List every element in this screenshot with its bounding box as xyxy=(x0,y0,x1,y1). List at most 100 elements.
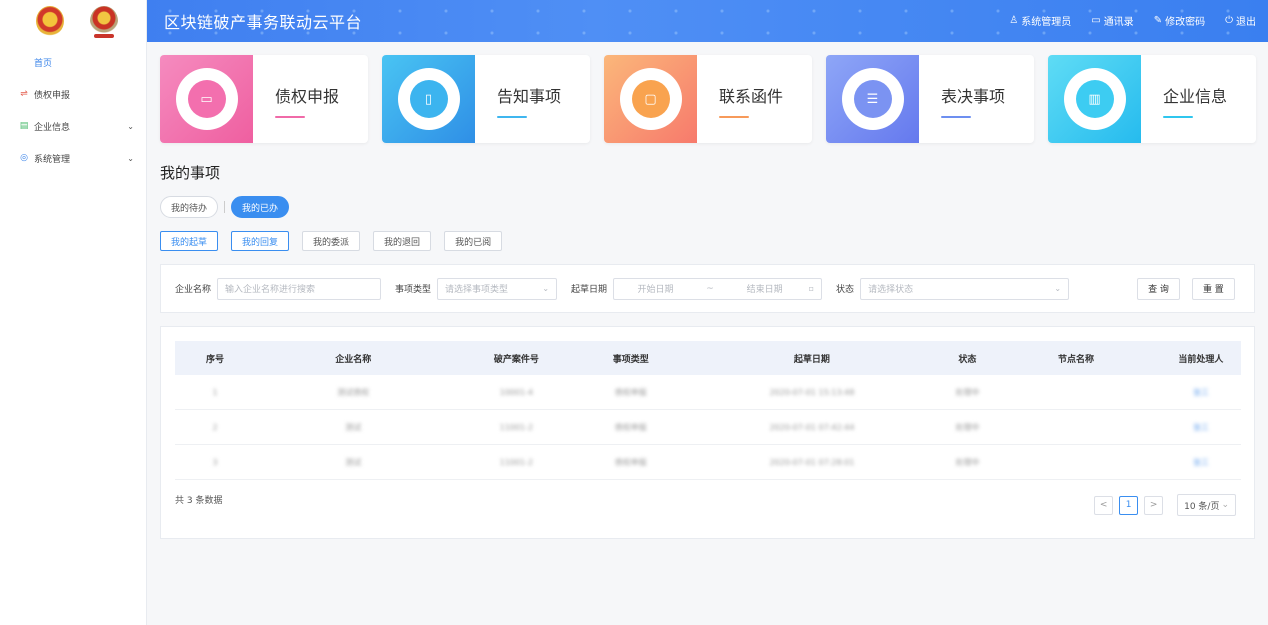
cell-company: 测试 xyxy=(345,457,362,467)
logout-button[interactable]: ⏻ 退出 xyxy=(1225,13,1256,28)
table-row[interactable]: 3 测试 11001-2 债权申报 2020-07-01 07:28:01 处理… xyxy=(175,445,1241,480)
column-header: 起草日期 xyxy=(793,354,830,365)
change-password-link[interactable]: ✎ 修改密码 xyxy=(1154,13,1205,28)
quick-cards: ▭ 债权申报 ▯ 告知事项 ▢ 联系函件 ☰ 表决事项 ▥ 企业信息 xyxy=(160,55,1256,143)
cell-type: 债权申报 xyxy=(614,387,647,397)
date-range-picker[interactable]: 开始日期 ~ 结束日期 ▫ xyxy=(613,277,823,300)
list-icon: ☰ xyxy=(853,80,892,118)
card-label: 告知事项 xyxy=(497,87,562,106)
card-label: 企业信息 xyxy=(1163,87,1228,106)
logo-area xyxy=(0,0,146,42)
card-underline xyxy=(719,116,749,118)
card-underline xyxy=(497,116,527,118)
type-filter-label: 事项类型 xyxy=(395,285,432,295)
company-search-placeholder: 输入企业名称进行搜索 xyxy=(225,285,316,295)
exchange-icon: ⇌ xyxy=(20,89,28,99)
column-header: 状态 xyxy=(958,354,977,365)
table-row[interactable]: 1 测试债权 10001-4 债权申报 2020-07-01 15:13:48 … xyxy=(175,375,1241,410)
table-row[interactable]: 2 测试 11001-2 债权申报 2020-07-01 07:42:44 处理… xyxy=(175,410,1241,445)
sidebar-item-claims[interactable]: ⇌ 债权申报 xyxy=(0,78,146,110)
message-icon: ▢ xyxy=(631,80,670,118)
cell-index: 1 xyxy=(212,387,218,397)
card-company-info[interactable]: ▥ 企业信息 xyxy=(1048,55,1256,143)
tab-my-replies[interactable]: 我的回复 xyxy=(231,231,290,251)
cell-company: 测试债权 xyxy=(337,387,370,397)
chevron-down-icon: ⌄ xyxy=(127,121,134,131)
tab-my-todo[interactable]: 我的待办 xyxy=(160,196,219,218)
building-icon: ▥ xyxy=(1075,80,1114,118)
page-size-select[interactable]: 10 条/页 ⌄ xyxy=(1177,494,1236,516)
cell-type: 债权申报 xyxy=(614,457,647,467)
card-notice[interactable]: ▯ 告知事项 xyxy=(382,55,590,143)
column-header: 序号 xyxy=(206,354,225,365)
sidebar-item-company-info[interactable]: ▤ 企业信息 ⌄ xyxy=(0,110,146,142)
page-number-button[interactable]: 1 xyxy=(1119,495,1139,515)
status-select-placeholder: 请选择状态 xyxy=(868,285,914,295)
notice-icon: ▯ xyxy=(409,80,448,118)
settings-icon: ◎ xyxy=(20,153,28,163)
cell-date: 2020-07-01 07:42:44 xyxy=(769,422,855,432)
status-select[interactable]: 请选择状态 ⌄ xyxy=(860,277,1070,300)
card-image: ▭ xyxy=(160,55,253,143)
table-header: 序号 企业名称 破产案件号 事项类型 起草日期 状态 节点名称 当前处理人 xyxy=(175,341,1241,375)
company-search-input[interactable]: 输入企业名称进行搜索 xyxy=(217,277,382,300)
results-table: 序号 企业名称 破产案件号 事项类型 起草日期 状态 节点名称 当前处理人 1 … xyxy=(160,326,1255,539)
cell-type: 债权申报 xyxy=(614,422,647,432)
card-image: ▯ xyxy=(382,55,475,143)
reset-button[interactable]: 重 置 xyxy=(1191,277,1235,300)
card-underline xyxy=(941,116,971,118)
prev-page-button[interactable]: < xyxy=(1094,495,1114,515)
card-voting[interactable]: ☰ 表决事项 xyxy=(826,55,1034,143)
card-image: ▢ xyxy=(604,55,697,143)
column-header: 企业名称 xyxy=(335,354,372,365)
column-header: 破产案件号 xyxy=(493,354,539,365)
card-ring: ▥ xyxy=(1063,68,1126,130)
card-letters[interactable]: ▢ 联系函件 xyxy=(604,55,812,143)
next-page-button[interactable]: > xyxy=(1144,495,1164,515)
tab-my-returned[interactable]: 我的退回 xyxy=(373,231,432,251)
user-icon: ♙ xyxy=(1009,15,1019,26)
card-image: ▥ xyxy=(1048,55,1141,143)
type-select[interactable]: 请选择事项类型 ⌄ xyxy=(437,277,558,300)
tab-my-read[interactable]: 我的已阅 xyxy=(444,231,503,251)
query-button[interactable]: 查 询 xyxy=(1137,277,1180,300)
power-icon: ⏻ xyxy=(1225,15,1233,26)
logout-label: 退出 xyxy=(1236,17,1256,28)
card-ring: ▢ xyxy=(619,68,682,130)
calendar-icon: ▫ xyxy=(808,284,815,293)
company-filter-label: 企业名称 xyxy=(175,285,212,295)
cell-case-no: 11001-2 xyxy=(499,457,534,467)
cell-index: 3 xyxy=(212,457,218,467)
app-title: 区块链破产事务联动云平台 xyxy=(164,13,363,32)
column-header: 当前处理人 xyxy=(1178,354,1224,365)
cell-handler[interactable]: 张三 xyxy=(1161,422,1241,433)
cell-date: 2020-07-01 15:13:48 xyxy=(769,387,855,397)
card-underline xyxy=(1163,116,1193,118)
date-filter-label: 起草日期 xyxy=(571,285,608,295)
tab-my-done[interactable]: 我的已办 xyxy=(231,196,290,218)
sidebar-item-home[interactable]: 首页 xyxy=(0,46,146,78)
user-menu[interactable]: ♙ 系统管理员 xyxy=(1009,13,1071,28)
secondary-tabs: 我的起草 我的回复 我的委派 我的退回 我的已阅 xyxy=(160,231,503,251)
card-claims[interactable]: ▭ 债权申报 xyxy=(160,55,368,143)
cell-status: 处理中 xyxy=(955,422,980,432)
sidebar-nav: 首页 ⇌ 债权申报 ▤ 企业信息 ⌄ ◎ 系统管理 ⌄ xyxy=(0,46,146,174)
section-title: 我的事项 xyxy=(160,164,221,182)
status-filter-label: 状态 xyxy=(836,285,855,295)
change-password-label: 修改密码 xyxy=(1165,17,1206,28)
tab-my-drafts[interactable]: 我的起草 xyxy=(160,231,219,251)
cell-handler[interactable]: 张三 xyxy=(1161,387,1241,398)
cell-case-no: 10001-4 xyxy=(499,387,534,397)
chevron-down-icon: ⌄ xyxy=(1221,500,1229,510)
sidebar-item-system[interactable]: ◎ 系统管理 ⌄ xyxy=(0,142,146,174)
tab-my-assigned[interactable]: 我的委派 xyxy=(302,231,361,251)
sidebar-item-label: 企业信息 xyxy=(34,122,71,133)
contacts-link[interactable]: ▭ 通讯录 xyxy=(1091,13,1133,28)
top-header: 区块链破产事务联动云平台 ♙ 系统管理员 ▭ 通讯录 ✎ 修改密码 ⏻ 退出 xyxy=(147,0,1268,42)
cell-handler[interactable]: 张三 xyxy=(1161,457,1241,468)
edit-icon: ✎ xyxy=(1153,15,1163,26)
card-ring: ☰ xyxy=(841,68,904,130)
type-select-placeholder: 请选择事项类型 xyxy=(445,285,509,295)
card-label: 联系函件 xyxy=(719,87,784,106)
card-ring: ▭ xyxy=(175,68,238,130)
